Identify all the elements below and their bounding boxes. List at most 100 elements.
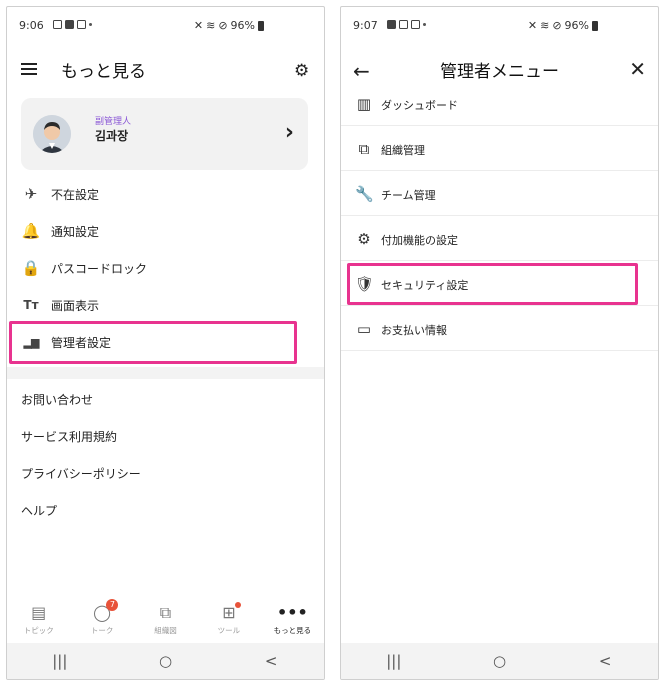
- image-icon: [65, 20, 74, 29]
- dashboard-icon: ▥: [356, 95, 372, 113]
- status-right: ✕ ≋ ⊘ 96%: [194, 19, 264, 32]
- menu-item-addon-settings[interactable]: ⚙ 付加機能の設定: [341, 217, 658, 261]
- menu-item-label: チーム管理: [381, 189, 436, 202]
- nav-label: トピック: [23, 626, 54, 635]
- admin-menu-screen: 9:07 ✕ ≋ ⊘ 96% ← 管理者メニュー ✕ ▥ ダッシュボード ⧉ 組…: [340, 6, 659, 680]
- hamburger-menu-icon[interactable]: [21, 63, 37, 75]
- menu-item-label: お支払い情報: [381, 324, 447, 337]
- status-bar: 9:07 ✕ ≋ ⊘ 96%: [341, 7, 658, 41]
- back-icon[interactable]: <: [251, 652, 291, 670]
- more-screen: 9:06 ✕ ≋ ⊘ 96% もっと見る ⚙ 副管理人 김과장 › ✈ 不在設定…: [6, 6, 325, 680]
- nav-label: トーク: [90, 626, 114, 635]
- menu-item-org-management[interactable]: ⧉ 組織管理: [341, 127, 658, 171]
- profile-card[interactable]: 副管理人 김과장 ›: [21, 98, 308, 170]
- lock-icon: 🔒: [21, 259, 41, 277]
- nav-label: ツール: [217, 626, 241, 635]
- menu-item-team-management[interactable]: 🔧 チーム管理: [341, 172, 658, 216]
- menu-item-display[interactable]: Tт 画面表示: [7, 287, 324, 323]
- page-title: もっと見る: [61, 62, 146, 82]
- menu-item-label: 画面表示: [51, 298, 100, 313]
- topic-icon: ▤: [31, 603, 47, 622]
- menu-item-label: セキュリティ設定: [381, 279, 469, 292]
- menu-item-away-settings[interactable]: ✈ 不在設定: [7, 176, 324, 212]
- dnd-icon: ⊘: [552, 19, 562, 32]
- wifi-icon: ≋: [540, 19, 550, 32]
- page-title: 管理者メニュー: [440, 62, 559, 82]
- more-dot-icon: [423, 23, 426, 26]
- shield-check-icon: 🛡: [355, 275, 375, 293]
- profile-role: 副管理人: [95, 117, 132, 127]
- gear-icon: ⚙: [357, 230, 371, 248]
- bottom-navigation: ▤ トピック ◯ 7 トーク ⧉ 組織図 ⊞ ツール ••• もっと見る: [7, 599, 324, 643]
- menu-item-label: 付加機能の設定: [381, 234, 458, 247]
- system-navigation: ||| ○ <: [7, 643, 324, 679]
- settings-gear-icon[interactable]: ⚙: [294, 63, 310, 80]
- recents-icon[interactable]: |||: [374, 652, 414, 670]
- menu-item-notification-settings[interactable]: 🔔 通知設定: [7, 213, 324, 249]
- nav-topic[interactable]: ▤ トピック: [7, 599, 70, 643]
- home-icon[interactable]: ○: [145, 652, 185, 670]
- home-icon[interactable]: ○: [479, 652, 519, 670]
- menu-item-label: 通知設定: [51, 224, 100, 239]
- nav-org-chart[interactable]: ⧉ 組織図: [134, 599, 197, 643]
- section-divider: [7, 367, 324, 379]
- menu-item-label: 不在設定: [51, 187, 100, 202]
- mute-icon: ✕: [193, 19, 204, 32]
- chevron-right-icon: ›: [284, 120, 294, 145]
- link-help[interactable]: ヘルプ: [21, 502, 57, 519]
- nav-label: もっと見る: [273, 626, 312, 635]
- wrench-icon: 🔧: [355, 185, 374, 203]
- nav-talk[interactable]: ◯ 7 トーク: [70, 599, 133, 643]
- menu-item-security-settings[interactable]: 🛡 セキュリティ設定: [341, 262, 658, 306]
- menu-item-label: 組織管理: [381, 144, 425, 157]
- battery-percent: 96%: [230, 19, 255, 32]
- menu-item-label: 管理者設定: [51, 335, 112, 350]
- profile-name: 김과장: [95, 129, 129, 143]
- status-right: ✕ ≋ ⊘ 96%: [528, 19, 598, 32]
- menu-item-dashboard[interactable]: ▥ ダッシュボード: [341, 82, 658, 126]
- more-dot-icon: [89, 23, 92, 26]
- menu-item-admin-settings[interactable]: ▂▆ 管理者設定: [7, 324, 324, 360]
- menu-item-label: パスコードロック: [51, 261, 148, 276]
- mute-icon: ✕: [527, 19, 538, 32]
- message-icon: [411, 20, 420, 29]
- app-bar: もっと見る ⚙: [7, 43, 324, 91]
- notification-icons: [53, 20, 92, 29]
- back-icon[interactable]: <: [585, 652, 625, 670]
- org-tree-icon: ⧉: [358, 140, 370, 158]
- link-terms[interactable]: サービス利用規約: [21, 428, 117, 445]
- close-icon[interactable]: ✕: [629, 57, 646, 81]
- battery-icon: [258, 20, 264, 31]
- nav-tools[interactable]: ⊞ ツール: [197, 599, 260, 643]
- message-icon: [399, 20, 408, 29]
- notification-icons: [387, 20, 426, 29]
- nav-more[interactable]: ••• もっと見る: [261, 599, 324, 643]
- bell-icon: 🔔: [21, 222, 41, 240]
- battery-icon: [592, 20, 598, 31]
- status-bar: 9:06 ✕ ≋ ⊘ 96%: [7, 7, 324, 41]
- status-time: 9:06: [19, 19, 44, 32]
- link-privacy[interactable]: プライバシーポリシー: [21, 465, 141, 482]
- menu-item-label: ダッシュボード: [381, 99, 458, 112]
- text-size-icon: Tт: [23, 298, 39, 312]
- wifi-icon: ≋: [206, 19, 216, 32]
- system-navigation: ||| ○ <: [341, 643, 658, 679]
- avatar: [33, 115, 71, 153]
- more-dots-icon: •••: [276, 603, 308, 622]
- chat-bubble-icon: ◯: [93, 603, 112, 622]
- grid-icon: ⊞: [222, 603, 236, 622]
- status-time: 9:07: [353, 19, 378, 32]
- recents-icon[interactable]: |||: [40, 652, 80, 670]
- menu-item-payment-info[interactable]: ▭ お支払い情報: [341, 307, 658, 351]
- menu-item-passcode-lock[interactable]: 🔒 パスコードロック: [7, 250, 324, 286]
- message-icon: [53, 20, 62, 29]
- bar-chart-icon: ▂▆: [23, 335, 40, 349]
- nav-label: 組織図: [154, 626, 177, 635]
- image-icon: [387, 20, 396, 29]
- link-contact[interactable]: お問い合わせ: [21, 391, 93, 408]
- org-chart-icon: ⧉: [159, 603, 172, 622]
- message-icon: [77, 20, 86, 29]
- dnd-icon: ⊘: [218, 19, 228, 32]
- battery-percent: 96%: [564, 19, 589, 32]
- airplane-icon: ✈: [24, 185, 38, 203]
